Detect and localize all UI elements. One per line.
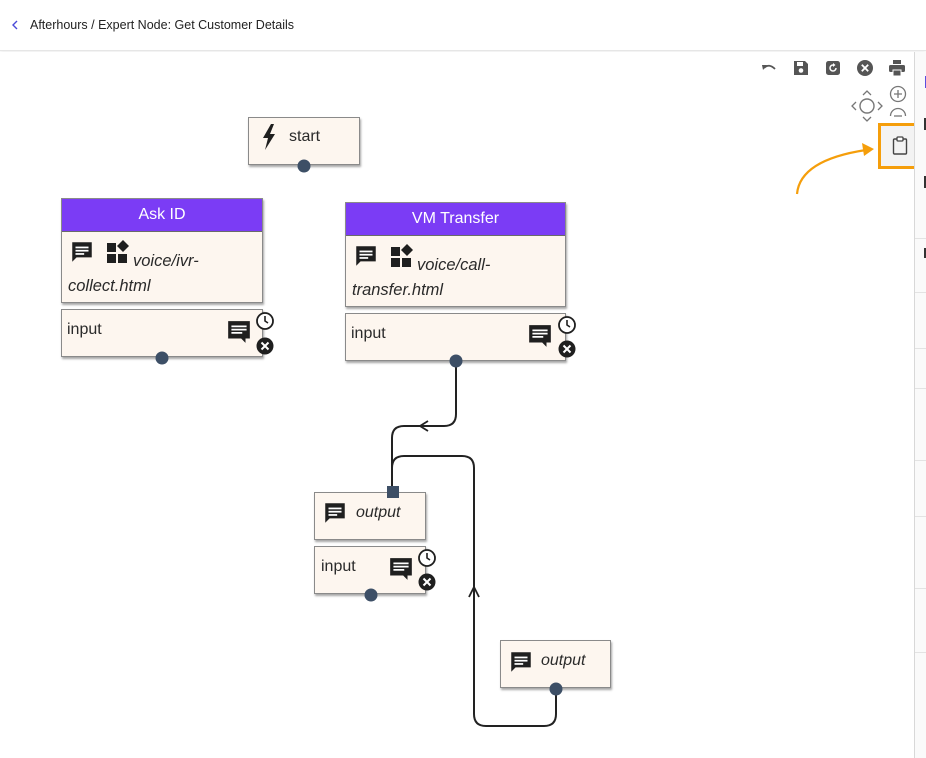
chat-icon [529, 325, 551, 347]
output-node-anchor[interactable] [387, 486, 399, 498]
widgets-icon [107, 240, 129, 263]
vm-transfer-error-icon[interactable] [557, 339, 577, 359]
connection-lines [391, 143, 874, 727]
start-output-port[interactable] [296, 158, 312, 174]
message-icon [356, 246, 376, 266]
ask-id-node[interactable]: Ask ID voice/ivr- collect.html [61, 198, 263, 303]
reload-icon[interactable] [824, 59, 842, 77]
output-node-2-port[interactable] [548, 681, 564, 697]
panel-divider [915, 516, 926, 517]
breadcrumb: Afterhours / Expert Node: Get Customer D… [30, 18, 294, 32]
clipboard-button[interactable] [878, 123, 914, 169]
output-2-label: output [541, 652, 586, 669]
vm-transfer-input-label: input [351, 325, 386, 342]
ask-id-input-label: input [67, 321, 102, 338]
undo-icon[interactable] [760, 60, 778, 78]
print-icon[interactable] [888, 59, 906, 77]
vm-transfer-title: VM Transfer [346, 203, 565, 236]
back-chevron-icon[interactable] [8, 16, 22, 34]
output-node-input-label: input [321, 558, 356, 575]
ask-id-clock-icon[interactable] [255, 311, 275, 331]
panel-divider [915, 460, 926, 461]
output-node-error-icon[interactable] [417, 572, 437, 592]
vm-transfer-input-port[interactable] [448, 353, 464, 369]
output-node[interactable]: output [314, 492, 426, 540]
ask-id-template-line1: voice/ivr- [133, 252, 199, 270]
panel-divider [915, 588, 926, 589]
panel-divider [915, 238, 926, 239]
close-circle-icon[interactable] [856, 59, 874, 77]
ask-id-template-line2: collect.html [68, 277, 151, 295]
connection-vm-to-output [391, 361, 457, 492]
zoom-out-icon[interactable] [889, 107, 907, 121]
lightning-icon [263, 124, 275, 150]
vm-transfer-template-line1: voice/call- [417, 256, 491, 274]
pan-icon[interactable] [850, 89, 884, 123]
output-label: output [356, 504, 401, 521]
output-node-input-port[interactable] [363, 587, 379, 603]
vm-transfer-node[interactable]: VM Transfer voice/call- transfer.html [345, 202, 566, 307]
message-icon [72, 242, 92, 262]
panel-divider [915, 292, 926, 293]
panel-divider [915, 388, 926, 389]
message-icon [511, 652, 531, 672]
vm-transfer-template-line2: transfer.html [352, 281, 444, 299]
ask-id-input-port[interactable] [154, 350, 170, 366]
annotation-arrow [795, 148, 867, 195]
chat-icon [228, 321, 250, 343]
ask-id-title: Ask ID [62, 199, 262, 232]
ask-id-error-icon[interactable] [255, 336, 275, 356]
output-node-clock-icon[interactable] [417, 548, 437, 568]
panel-divider [915, 652, 926, 653]
top-bar: Afterhours / Expert Node: Get Customer D… [0, 0, 926, 51]
flow-canvas[interactable]: start Ask ID voice/ivr- collect.html inp… [0, 52, 914, 758]
clipboard-icon [892, 136, 908, 155]
vm-transfer-clock-icon[interactable] [557, 315, 577, 335]
zoom-in-icon[interactable] [889, 85, 907, 103]
save-icon[interactable] [792, 59, 810, 77]
widgets-icon [391, 244, 413, 267]
message-icon [325, 503, 345, 523]
chat-icon [390, 558, 412, 580]
panel-divider [915, 348, 926, 349]
start-label: start [289, 128, 321, 145]
properties-panel [914, 52, 926, 758]
